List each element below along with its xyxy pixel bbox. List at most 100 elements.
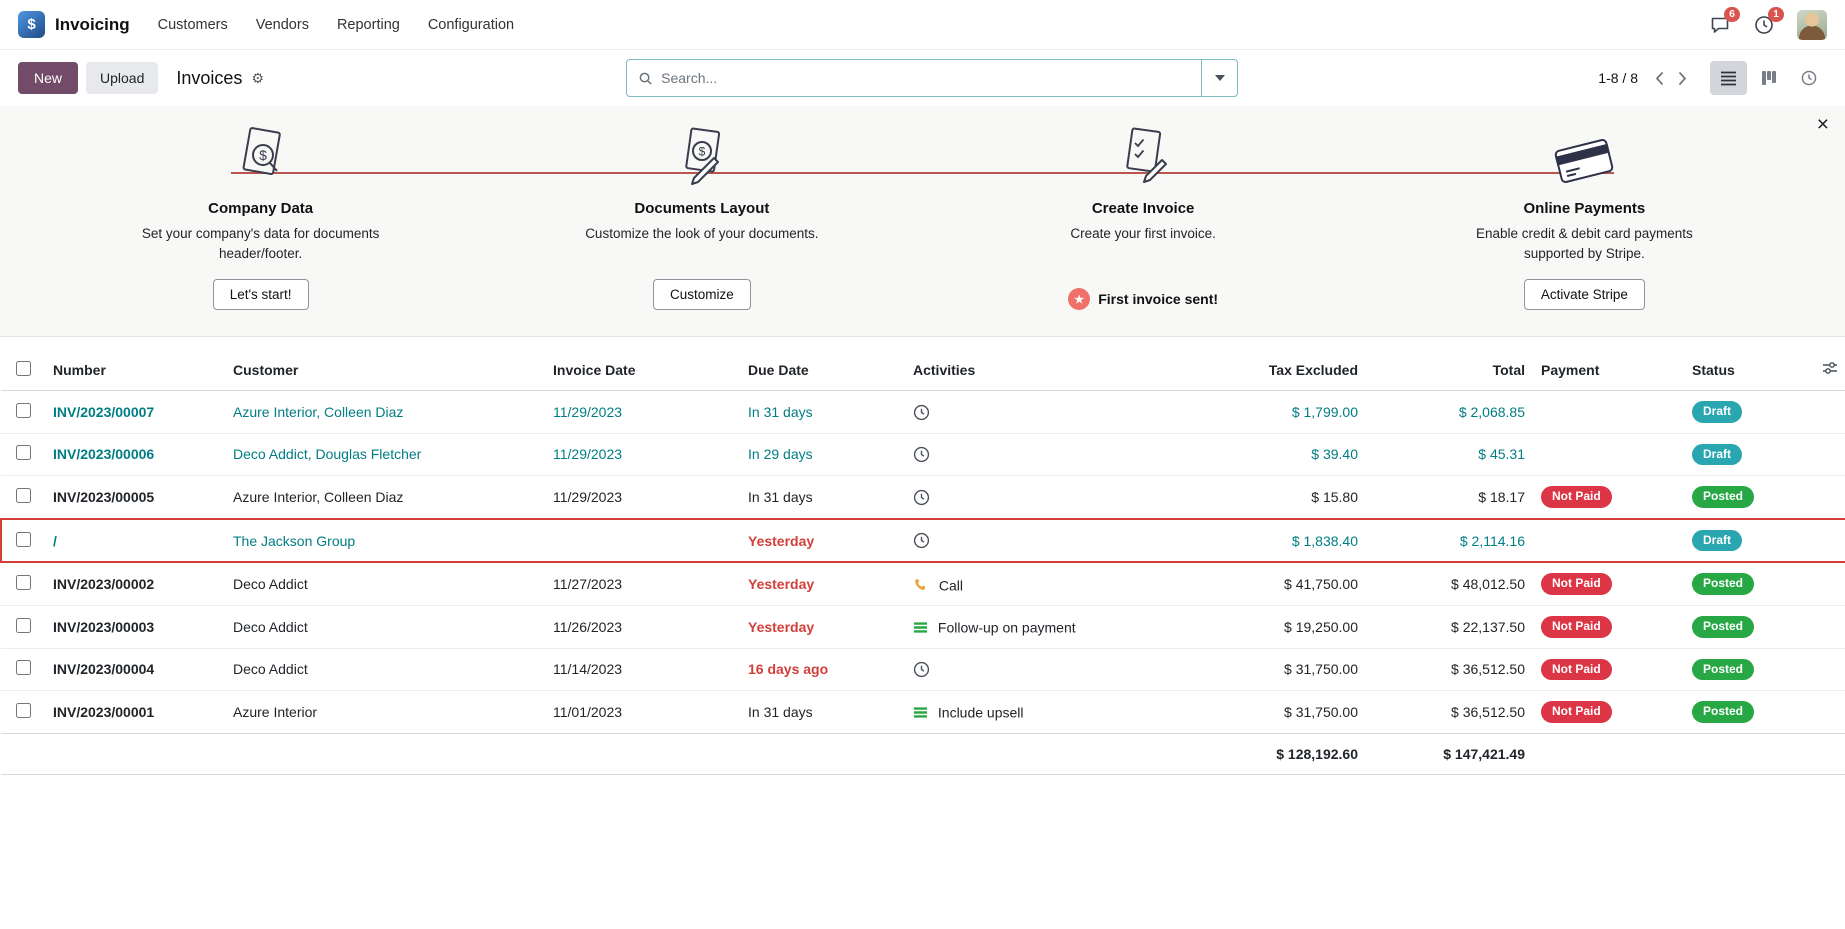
activity-view-icon[interactable] <box>1790 61 1827 95</box>
pager-previous-icon[interactable] <box>1648 67 1671 90</box>
select-all-checkbox[interactable] <box>16 361 31 376</box>
user-avatar[interactable] <box>1797 10 1827 40</box>
onboarding-step-title: Online Payments <box>1524 200 1646 217</box>
column-header-total[interactable]: Total <box>1366 349 1533 391</box>
payment-badge: Not Paid <box>1541 616 1612 638</box>
table-row[interactable]: INV/2023/00003 Deco Addict 11/26/2023 Ye… <box>1 605 1845 648</box>
column-header-due-date[interactable]: Due Date <box>740 349 905 391</box>
invoice-number: INV/2023/00001 <box>45 691 225 734</box>
list-activity-icon[interactable] <box>913 705 928 720</box>
total-amount: $ 48,012.50 <box>1366 562 1533 605</box>
list-activity-icon[interactable] <box>913 620 928 635</box>
onboarding-step-description: Customize the look of your documents. <box>585 224 818 244</box>
onboarding-banner: × $ Company Data Set your company's data… <box>0 106 1845 337</box>
column-header-payment[interactable]: Payment <box>1533 349 1684 391</box>
app-name: Invoicing <box>55 15 130 35</box>
pager-next-icon[interactable] <box>1671 67 1694 90</box>
table-row[interactable]: INV/2023/00001 Azure Interior 11/01/2023… <box>1 691 1845 734</box>
action-gear-icon[interactable]: ⚙ <box>249 68 266 89</box>
onboarding-step-description: Set your company's data for documents he… <box>126 224 396 265</box>
invoice-date: 11/01/2023 <box>545 691 740 734</box>
invoice-customer: Deco Addict <box>225 562 545 605</box>
control-panel: New Upload Invoices ⚙ 1-8 / 8 <box>0 50 1845 106</box>
phone-activity-icon[interactable] <box>913 577 929 593</box>
total-amount: $ 36,512.50 <box>1366 691 1533 734</box>
menu-reporting[interactable]: Reporting <box>337 17 400 33</box>
upload-button[interactable]: Upload <box>86 62 158 94</box>
menu-vendors[interactable]: Vendors <box>256 17 309 33</box>
column-header-invoice-date[interactable]: Invoice Date <box>545 349 740 391</box>
onboarding-step-description: Create your first invoice. <box>1070 224 1216 244</box>
search-dropdown-toggle[interactable] <box>1201 60 1237 96</box>
tax-excluded-amount: $ 41,750.00 <box>1235 562 1366 605</box>
table-row[interactable]: / The Jackson Group Yesterday $ 1,838.40… <box>1 519 1845 563</box>
column-header-activities[interactable]: Activities <box>905 349 1235 391</box>
table-row[interactable]: INV/2023/00002 Deco Addict 11/27/2023 Ye… <box>1 562 1845 605</box>
onboarding-step-online-payments: Online Payments Enable credit & debit ca… <box>1364 124 1805 310</box>
invoice-table-body: INV/2023/00007 Azure Interior, Colleen D… <box>1 391 1845 734</box>
lets-start-button[interactable]: Let's start! <box>213 279 309 310</box>
column-header-number[interactable]: Number <box>45 349 225 391</box>
table-row[interactable]: INV/2023/00005 Azure Interior, Colleen D… <box>1 476 1845 519</box>
row-checkbox[interactable] <box>16 660 31 675</box>
search-bar <box>626 59 1238 97</box>
activate-stripe-button[interactable]: Activate Stripe <box>1524 279 1645 310</box>
app-menu-toggle[interactable]: $ Invoicing <box>18 11 130 38</box>
activity-label: Follow-up on payment <box>938 619 1076 635</box>
status-badge: Draft <box>1692 530 1742 552</box>
search-input[interactable] <box>661 70 1201 86</box>
svg-text:$: $ <box>259 147 267 163</box>
invoice-due-date: In 31 days <box>740 691 905 734</box>
view-switcher <box>1710 61 1827 95</box>
close-icon[interactable]: × <box>1817 114 1829 135</box>
total-amount: $ 18.17 <box>1366 476 1533 519</box>
row-checkbox[interactable] <box>16 532 31 547</box>
invoice-number: INV/2023/00005 <box>45 476 225 519</box>
row-checkbox[interactable] <box>16 403 31 418</box>
clock-activity-icon[interactable] <box>913 661 930 678</box>
total-amount-sum: $ 147,421.49 <box>1366 733 1533 774</box>
customize-button[interactable]: Customize <box>653 279 751 310</box>
invoice-list: Number Customer Invoice Date Due Date Ac… <box>0 349 1845 775</box>
column-header-customer[interactable]: Customer <box>225 349 545 391</box>
tax-excluded-amount: $ 31,750.00 <box>1235 648 1366 691</box>
invoice-due-date: In 31 days <box>740 476 905 519</box>
systray: 6 1 <box>1709 10 1827 40</box>
row-checkbox[interactable] <box>16 445 31 460</box>
svg-text:$: $ <box>699 145 706 159</box>
optional-columns-icon[interactable] <box>1804 349 1845 391</box>
clock-activity-icon[interactable] <box>913 532 930 549</box>
table-row[interactable]: INV/2023/00004 Deco Addict 11/14/2023 16… <box>1 648 1845 691</box>
total-amount: $ 45.31 <box>1366 433 1533 476</box>
kanban-view-icon[interactable] <box>1750 61 1787 95</box>
status-badge: Posted <box>1692 616 1754 638</box>
clock-activity-icon[interactable] <box>913 489 930 506</box>
activities-icon[interactable]: 1 <box>1753 14 1775 36</box>
messages-icon[interactable]: 6 <box>1709 14 1731 36</box>
column-header-status[interactable]: Status <box>1684 349 1804 391</box>
column-header-tax-excluded[interactable]: Tax Excluded <box>1235 349 1366 391</box>
new-button[interactable]: New <box>18 62 78 94</box>
total-amount: $ 2,114.16 <box>1366 519 1533 563</box>
tax-excluded-amount: $ 1,838.40 <box>1235 519 1366 563</box>
row-checkbox[interactable] <box>16 575 31 590</box>
tax-excluded-amount: $ 31,750.00 <box>1235 691 1366 734</box>
activity-label: Include upsell <box>938 705 1024 721</box>
row-checkbox[interactable] <box>16 618 31 633</box>
menu-configuration[interactable]: Configuration <box>428 17 514 33</box>
row-checkbox[interactable] <box>16 488 31 503</box>
status-badge: Draft <box>1692 444 1742 466</box>
clock-activity-icon[interactable] <box>913 404 930 421</box>
chevron-down-icon <box>1215 75 1225 81</box>
clock-activity-icon[interactable] <box>913 446 930 463</box>
list-view-icon[interactable] <box>1710 61 1747 95</box>
table-row[interactable]: INV/2023/00007 Azure Interior, Colleen D… <box>1 391 1845 434</box>
online-payments-icon <box>1542 124 1626 192</box>
invoice-customer: Azure Interior, Colleen Diaz <box>225 391 545 434</box>
invoice-due-date: 16 days ago <box>740 648 905 691</box>
table-row[interactable]: INV/2023/00006 Deco Addict, Douglas Flet… <box>1 433 1845 476</box>
activity-label: Call <box>939 577 963 593</box>
menu-customers[interactable]: Customers <box>158 17 228 33</box>
row-checkbox[interactable] <box>16 703 31 718</box>
totals-row: $ 128,192.60 $ 147,421.49 <box>1 733 1845 774</box>
